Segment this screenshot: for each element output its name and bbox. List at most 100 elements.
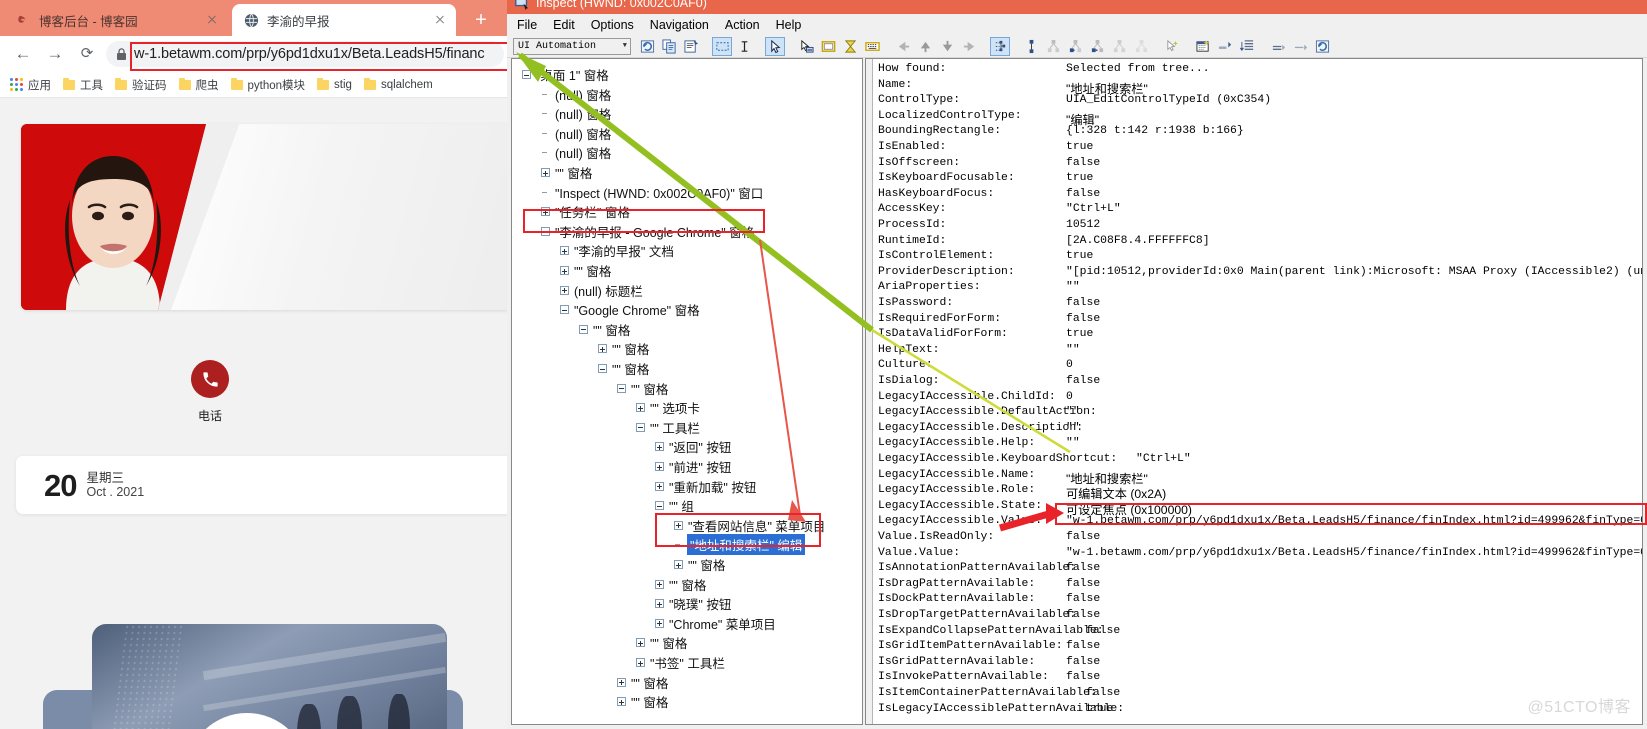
bookmark-item-python[interactable]: python模块 bbox=[230, 77, 305, 93]
list-icon[interactable] bbox=[1237, 37, 1257, 56]
properties-scrollbar[interactable] bbox=[866, 59, 873, 724]
nav-left-icon[interactable] bbox=[893, 37, 913, 56]
tree-node[interactable]: "" 窗格 bbox=[636, 633, 687, 652]
properties-list[interactable]: How found: Selected from tree... Name: "地址和… bbox=[865, 58, 1643, 725]
tree-node[interactable]: "" 窗格 bbox=[541, 163, 592, 182]
collapse-icon[interactable] bbox=[541, 226, 550, 236]
tree-node[interactable]: "前进" 按钮 bbox=[655, 457, 731, 476]
nav-right-icon[interactable] bbox=[959, 37, 979, 56]
expand-icon[interactable] bbox=[636, 403, 645, 413]
forward-button[interactable]: → bbox=[44, 43, 66, 65]
tree-node[interactable]: "Inspect (HWND: 0x002C0AF0)" 窗口 bbox=[541, 183, 763, 202]
new-tab-button[interactable]: + bbox=[470, 10, 492, 32]
hover-mode-icon[interactable] bbox=[765, 36, 785, 56]
keyboard-icon[interactable] bbox=[862, 37, 882, 56]
tree-node[interactable]: "" 组 bbox=[655, 496, 694, 515]
browser-tab-active[interactable]: 李渝的早报 bbox=[232, 4, 456, 36]
reload-button[interactable]: ⟳ bbox=[76, 43, 98, 65]
expand-icon[interactable] bbox=[598, 344, 607, 354]
address-and-search-bar[interactable]: w-1.betawm.com/prp/y6pd1dxu1x/Beta.Leads… bbox=[106, 41, 504, 67]
properties-icon[interactable] bbox=[681, 37, 701, 56]
tree-node[interactable]: (null) 窗格 bbox=[541, 124, 611, 143]
expand-icon[interactable] bbox=[655, 618, 664, 628]
tree-node[interactable]: "返回" 按钮 bbox=[655, 437, 731, 456]
expand-icon[interactable] bbox=[655, 579, 664, 589]
next-sibling-icon[interactable] bbox=[1087, 37, 1107, 56]
nav-up-icon[interactable] bbox=[915, 37, 935, 56]
close-icon[interactable] bbox=[204, 12, 220, 28]
refresh-icon[interactable] bbox=[637, 37, 657, 56]
menu-file[interactable]: File bbox=[517, 18, 537, 32]
browser-tab-inactive[interactable]: 博客后台 - 博客园 bbox=[4, 4, 228, 36]
show-rect-icon[interactable] bbox=[818, 37, 838, 56]
video-thumbnail[interactable] bbox=[92, 624, 447, 729]
tree-node[interactable]: "" 窗格 bbox=[579, 320, 630, 339]
collapse-icon[interactable] bbox=[655, 501, 664, 511]
expand-icon[interactable] bbox=[655, 442, 664, 452]
ui-automation-tree[interactable]: "桌面 1" 窗格 (null) 窗格 (null) 窗格 (null) 窗格 (nul… bbox=[511, 58, 863, 725]
menu-navigation[interactable]: Navigation bbox=[650, 18, 709, 32]
expand-icon[interactable] bbox=[541, 168, 550, 177]
tree-node[interactable]: "Google Chrome" 窗格 bbox=[560, 300, 700, 319]
watch-focus-icon[interactable] bbox=[712, 36, 732, 56]
phone-action[interactable]: 电话 bbox=[170, 360, 250, 424]
tree-node[interactable]: "" 窗格 bbox=[674, 555, 725, 574]
tree-node[interactable]: "" 窗格 bbox=[617, 673, 668, 692]
collapse-icon[interactable] bbox=[598, 364, 607, 373]
menu-options[interactable]: Options bbox=[591, 18, 634, 32]
beep-icon[interactable] bbox=[840, 37, 860, 56]
close-icon[interactable] bbox=[432, 12, 448, 28]
tree-node[interactable]: (null) 标题栏 bbox=[560, 281, 643, 300]
tree-node[interactable]: "" 窗格 bbox=[655, 575, 706, 594]
menu-help[interactable]: Help bbox=[776, 18, 802, 32]
dot-icon[interactable] bbox=[1290, 37, 1310, 56]
expand-icon[interactable] bbox=[617, 697, 626, 707]
bookmark-item-spider[interactable]: 爬虫 bbox=[178, 77, 219, 93]
tree-node[interactable]: "晓璞" 按钮 bbox=[655, 594, 731, 613]
root-node-icon[interactable] bbox=[1021, 37, 1041, 56]
collapse-icon[interactable] bbox=[522, 70, 531, 79]
tree-node[interactable]: "桌面 1" 窗格 bbox=[522, 65, 609, 84]
tree-node[interactable]: "任务栏" 窗格 bbox=[541, 202, 630, 221]
bookmark-item-apps[interactable]: 应用 bbox=[10, 77, 51, 93]
menu-edit[interactable]: Edit bbox=[553, 18, 575, 32]
tree-node[interactable]: "" 窗格 bbox=[560, 261, 611, 280]
highlight-rect-icon[interactable] bbox=[796, 37, 816, 56]
raw-tree-icon[interactable] bbox=[990, 36, 1010, 56]
expand-icon[interactable] bbox=[541, 207, 550, 217]
phone-icon-circle[interactable] bbox=[191, 360, 229, 398]
menu-action[interactable]: Action bbox=[725, 18, 760, 32]
parent-node-icon[interactable] bbox=[1043, 37, 1063, 56]
event-log-icon[interactable] bbox=[1193, 37, 1213, 56]
collapse-icon[interactable] bbox=[560, 305, 569, 315]
expand-icon[interactable] bbox=[655, 599, 664, 609]
tree-node[interactable]: (null) 窗格 bbox=[541, 104, 611, 123]
compare-icon[interactable] bbox=[1215, 37, 1235, 56]
refresh2-icon[interactable] bbox=[1312, 37, 1332, 56]
expand-icon[interactable] bbox=[617, 677, 626, 687]
expand-icon[interactable] bbox=[655, 462, 664, 471]
tree-node[interactable]: (null) 窗格 bbox=[541, 85, 611, 104]
tree-node[interactable]: "地址和搜索栏" 编辑 bbox=[674, 534, 806, 556]
expand-icon[interactable] bbox=[560, 266, 569, 275]
expand-icon[interactable] bbox=[636, 658, 645, 667]
expand-icon[interactable] bbox=[560, 285, 569, 295]
tree-node[interactable]: "Chrome" 菜单项目 bbox=[655, 614, 776, 633]
prev-sibling-icon[interactable] bbox=[1109, 37, 1129, 56]
expand-icon[interactable] bbox=[560, 246, 569, 256]
tree-node[interactable]: "重新加载" 按钮 bbox=[655, 477, 756, 496]
collapse-icon[interactable] bbox=[617, 383, 626, 393]
caret-browse-icon[interactable] bbox=[734, 37, 754, 56]
bookmark-item-captcha[interactable]: 验证码 bbox=[115, 77, 167, 93]
expand-icon[interactable] bbox=[636, 638, 645, 648]
last-child-icon[interactable] bbox=[1131, 37, 1151, 56]
tree-node[interactable]: "" 窗格 bbox=[617, 692, 668, 711]
collapse-icon[interactable] bbox=[636, 422, 645, 432]
first-child-icon[interactable] bbox=[1065, 37, 1085, 56]
tree-node[interactable]: "李渝的早报 - Google Chrome" 窗格 bbox=[541, 222, 754, 241]
tree-node[interactable]: "李渝的早报" 文档 bbox=[560, 241, 674, 260]
provider-mode-dropdown[interactable]: UI Automation ▼ bbox=[513, 37, 631, 55]
tree-node[interactable]: "" 工具栏 bbox=[636, 418, 700, 437]
collapse-icon[interactable] bbox=[579, 324, 588, 334]
back-button[interactable]: ← bbox=[12, 43, 34, 65]
